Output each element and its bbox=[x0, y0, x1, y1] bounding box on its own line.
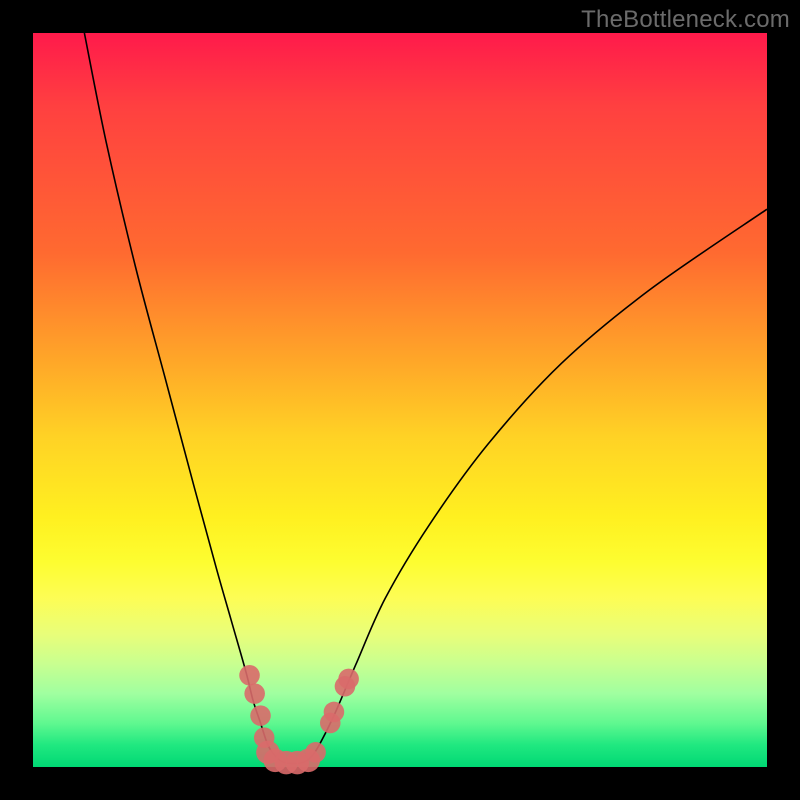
curve-marker bbox=[244, 683, 265, 704]
chart-frame: TheBottleneck.com bbox=[0, 0, 800, 800]
curve-layer bbox=[33, 33, 767, 767]
curve-markers bbox=[239, 665, 359, 774]
curve-marker bbox=[324, 702, 345, 723]
bottleneck-curve bbox=[84, 33, 767, 764]
curve-marker bbox=[338, 669, 359, 690]
curve-marker bbox=[305, 742, 326, 763]
watermark-text: TheBottleneck.com bbox=[581, 6, 790, 34]
curve-marker bbox=[250, 705, 271, 726]
curve-marker bbox=[239, 665, 260, 686]
